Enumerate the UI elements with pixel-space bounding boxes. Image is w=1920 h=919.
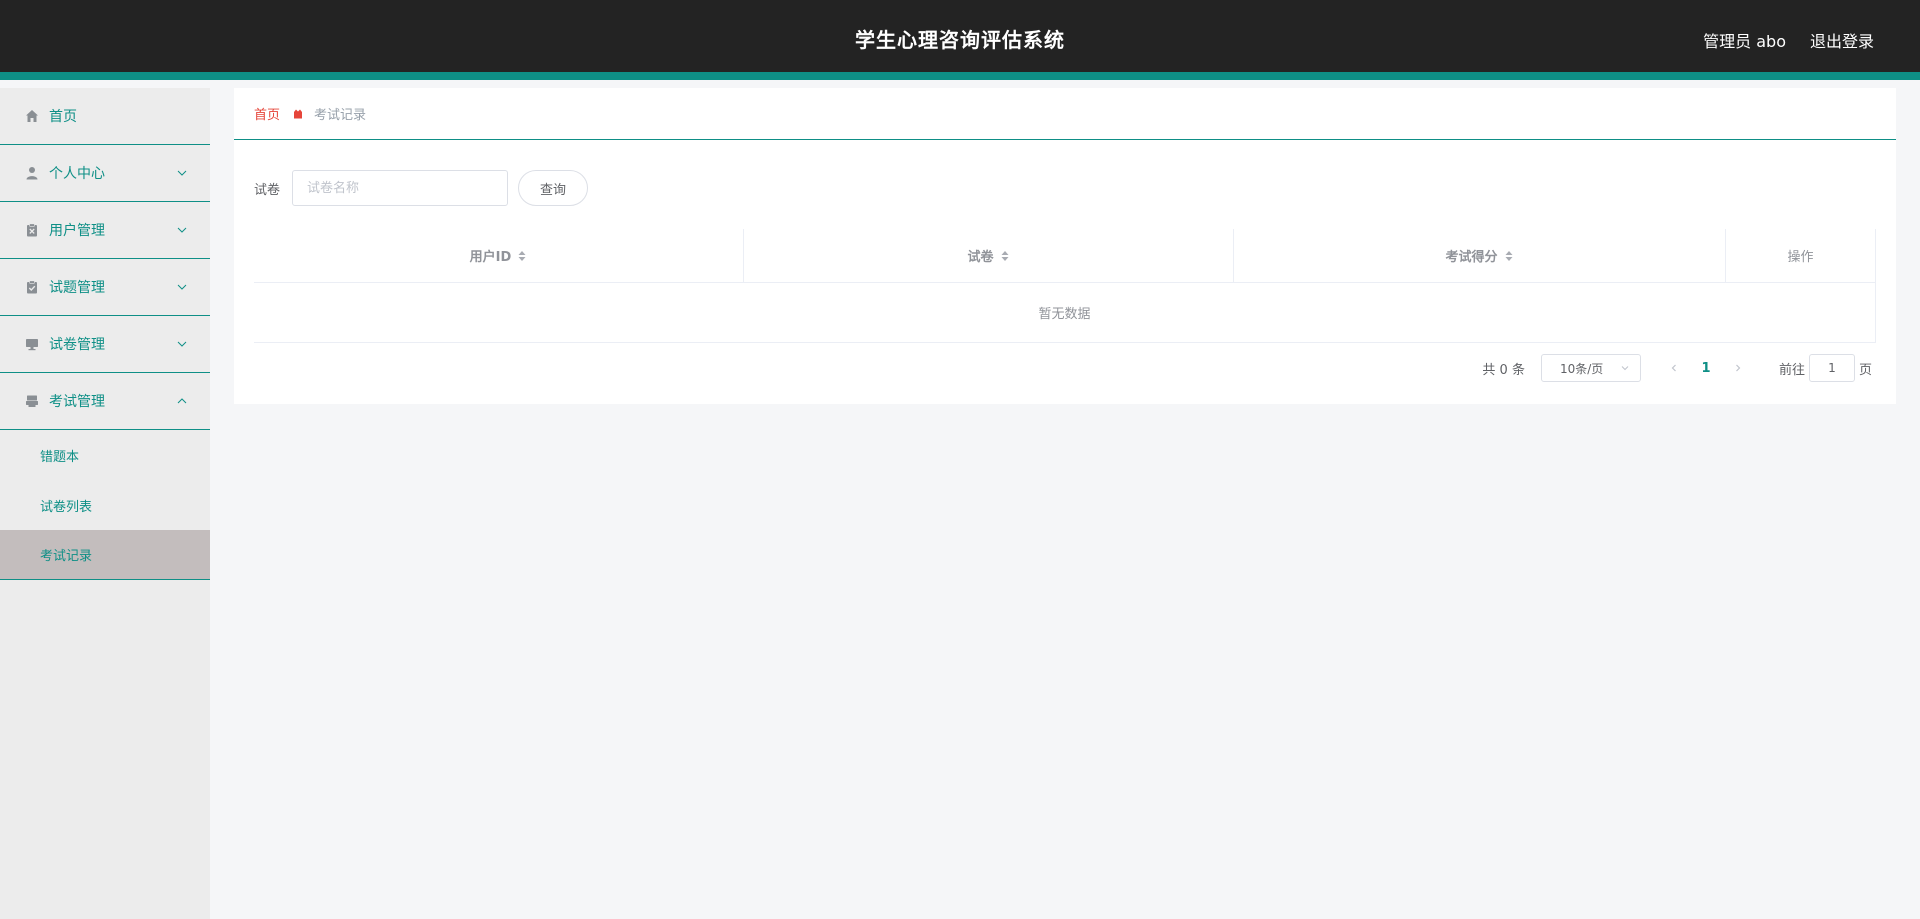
sort-icon[interactable]	[1504, 249, 1514, 263]
goto-page-input[interactable]	[1808, 354, 1855, 382]
sidebar-item-label: 考试管理	[49, 394, 105, 410]
column-header-user-id[interactable]: 用户ID	[254, 229, 744, 282]
column-header-label: 考试得分	[1445, 250, 1498, 265]
chevron-down-icon	[177, 227, 187, 233]
chevron-down-icon	[177, 341, 187, 347]
sidebar-item-question-management[interactable]: 试题管理	[0, 259, 210, 316]
table-empty-state: 暂无数据	[254, 283, 1876, 343]
page-suffix-label: 页	[1858, 362, 1872, 378]
chevron-down-icon	[177, 170, 187, 176]
chevron-right-icon	[1736, 364, 1741, 372]
sidebar-item-label: 试卷管理	[49, 337, 105, 353]
chevron-left-icon	[1671, 364, 1676, 372]
page-size-value: 10条/页	[1559, 361, 1604, 376]
main-content-panel: 首页 考试记录 试卷 查询 用户ID 试卷 考试得分	[234, 88, 1896, 404]
submenu-item-wrong-questions[interactable]: 错题本	[0, 430, 210, 480]
breadcrumb-current: 考试记录	[314, 108, 367, 123]
column-header-label: 用户ID	[469, 250, 512, 265]
breadcrumb-separator-icon	[292, 108, 304, 120]
page-size-select[interactable]: 10条/页	[1540, 354, 1641, 382]
search-label: 试卷	[254, 182, 281, 198]
monitor-icon	[24, 336, 40, 352]
pagination: 共 0 条 10条/页 1 前往 页	[1482, 354, 1872, 382]
search-form: 试卷 查询	[254, 170, 589, 206]
sidebar-item-paper-management[interactable]: 试卷管理	[0, 316, 210, 373]
chevron-down-icon	[1621, 366, 1629, 371]
prev-page-button[interactable]	[1663, 354, 1685, 382]
submenu-item-exam-records[interactable]: 考试记录	[0, 530, 210, 580]
paper-name-search-input[interactable]	[292, 170, 509, 206]
sort-icon[interactable]	[517, 249, 527, 263]
breadcrumb-home-link[interactable]: 首页	[254, 104, 280, 123]
page-number-current[interactable]: 1	[1691, 361, 1721, 376]
logout-link[interactable]: 退出登录	[1810, 28, 1874, 52]
column-header-label: 操作	[1787, 250, 1814, 265]
breadcrumb: 首页 考试记录	[234, 88, 1896, 140]
sort-icon[interactable]	[1000, 249, 1010, 263]
sidebar-item-personal-center[interactable]: 个人中心	[0, 145, 210, 202]
sidebar-item-label: 个人中心	[49, 166, 105, 182]
chevron-down-icon	[177, 284, 187, 290]
top-header: 学生心理咨询评估系统 管理员 abo 退出登录	[0, 0, 1920, 80]
sidebar-item-label: 试题管理	[49, 280, 105, 296]
exam-records-table: 用户ID 试卷 考试得分 操作 暂无数据	[254, 229, 1876, 343]
app-title: 学生心理咨询评估系统	[855, 28, 1065, 52]
next-page-button[interactable]	[1727, 354, 1749, 382]
current-user-label: 管理员 abo	[1703, 32, 1786, 51]
sidebar-menu: 首页 个人中心 用户管理 试题管理 试卷管理 考试管理 错题本 试卷列表 考试记…	[0, 88, 210, 919]
sidebar-item-label: 用户管理	[49, 223, 105, 239]
chevron-up-icon	[177, 398, 187, 404]
printer-icon	[24, 393, 40, 409]
query-button[interactable]: 查询	[518, 170, 589, 206]
pagination-total: 共 0 条	[1482, 362, 1525, 378]
column-header-paper[interactable]: 试卷	[744, 229, 1234, 282]
clipboard-x-icon	[24, 222, 40, 238]
clipboard-check-icon	[24, 279, 40, 295]
table-header: 用户ID 试卷 考试得分 操作	[254, 229, 1876, 283]
user-icon	[24, 165, 40, 181]
column-header-actions: 操作	[1726, 229, 1876, 282]
submenu-item-paper-list[interactable]: 试卷列表	[0, 480, 210, 530]
sidebar-item-user-management[interactable]: 用户管理	[0, 202, 210, 259]
goto-label: 前往	[1778, 362, 1805, 378]
sidebar-item-exam-management[interactable]: 考试管理	[0, 373, 210, 430]
home-icon	[24, 108, 40, 124]
sidebar-item-label: 首页	[49, 109, 77, 125]
column-header-exam-score[interactable]: 考试得分	[1234, 229, 1726, 282]
exam-management-submenu: 错题本 试卷列表 考试记录	[0, 430, 210, 580]
column-header-label: 试卷	[967, 250, 994, 265]
header-user-area: 管理员 abo 退出登录	[1703, 28, 1874, 52]
sidebar-item-home[interactable]: 首页	[0, 88, 210, 145]
